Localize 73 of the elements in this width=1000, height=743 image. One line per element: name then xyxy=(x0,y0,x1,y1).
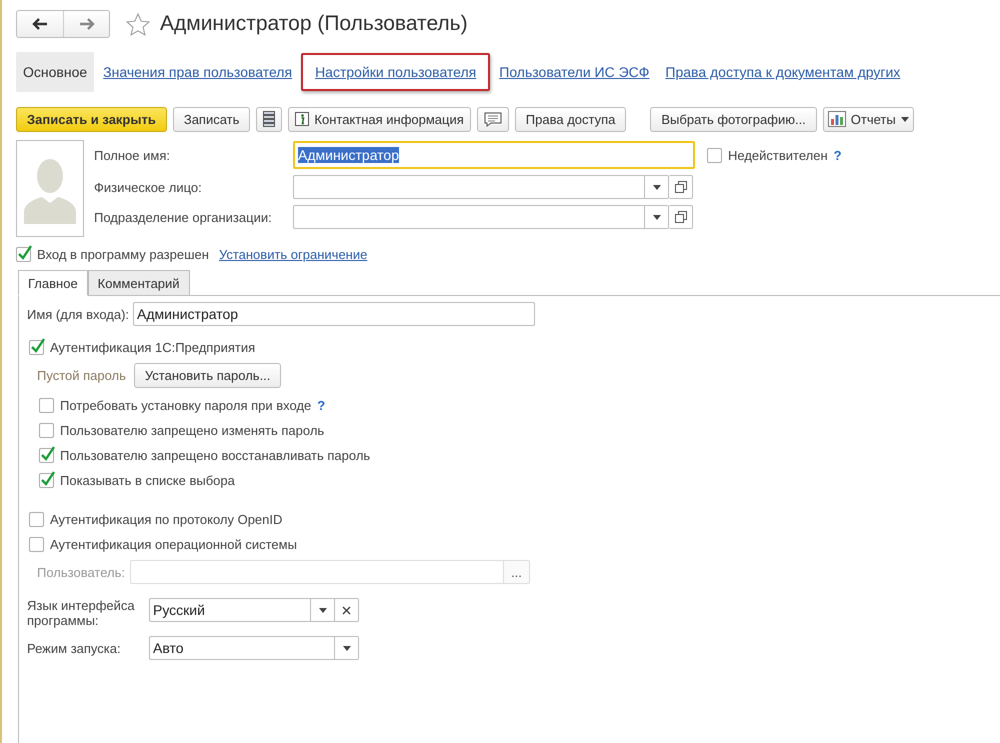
list-button[interactable] xyxy=(256,106,282,132)
auth-checkbox[interactable] xyxy=(29,537,44,552)
section-link[interactable]: Значения прав пользователя xyxy=(96,52,300,92)
tab[interactable]: Главное xyxy=(18,270,88,296)
checkbox-label: Потребовать установку пароля при входе xyxy=(60,398,312,413)
field-label: Полное имя: xyxy=(94,148,171,162)
help-mark[interactable]: ? xyxy=(834,148,842,162)
dropdown-button[interactable] xyxy=(644,206,668,228)
select-field[interactable] xyxy=(293,205,669,229)
window-title: Администратор (Пользователь) xyxy=(160,12,468,36)
clear-button[interactable] xyxy=(334,599,358,621)
comment-button[interactable] xyxy=(476,106,509,132)
option-checkbox[interactable] xyxy=(39,473,54,488)
password-status: Пустой пароль xyxy=(37,368,126,383)
speech-bubble-icon xyxy=(484,112,502,126)
checkbox-label: Пользователю запрещено восстанавливать пароль xyxy=(60,448,370,463)
field-label: Пользователь: xyxy=(37,564,125,580)
auth-checkbox[interactable] xyxy=(29,340,44,355)
select-field[interactable] xyxy=(293,175,669,199)
dropdown-icon xyxy=(652,184,660,190)
open-button[interactable] xyxy=(669,175,693,199)
help-mark[interactable]: ? xyxy=(317,398,326,413)
checkbox-label: Аутентификация 1С:Предприятия xyxy=(50,340,256,355)
field-label: Подразделение организации: xyxy=(94,210,273,224)
arrow-right-icon xyxy=(78,18,94,30)
section-link[interactable]: Пользователи ИС ЭСФ xyxy=(492,52,656,92)
toolbar-button[interactable]: Записать xyxy=(172,106,250,132)
checkbox-label: Недействителен xyxy=(728,148,828,162)
star-icon[interactable] xyxy=(126,12,150,36)
section-link[interactable]: Основное xyxy=(16,52,94,92)
open-window-icon xyxy=(674,211,686,223)
caret-icon xyxy=(900,116,909,122)
option-checkbox[interactable] xyxy=(39,448,54,463)
toolbar-button[interactable]: Выбрать фотографию... xyxy=(650,106,817,132)
checkbox-label: Показывать в списке выбора xyxy=(60,473,235,488)
chart-icon xyxy=(828,111,846,127)
tab[interactable]: Комментарий xyxy=(88,270,190,296)
section-link[interactable]: Права доступа к документам других xyxy=(658,52,908,92)
dropdown-button[interactable] xyxy=(334,637,358,659)
field-label: Режим запуска: xyxy=(27,640,122,656)
set-password-button[interactable]: Установить пароль... xyxy=(134,363,282,388)
stack-icon xyxy=(263,111,276,127)
invalid-checkbox[interactable] xyxy=(707,148,722,162)
set-restriction-link[interactable]: Установить ограничение xyxy=(218,247,368,262)
open-window-icon xyxy=(674,181,686,193)
field-label: Имя (для входа): xyxy=(27,306,130,322)
field-label: Физическое лицо: xyxy=(94,180,203,194)
checkbox-label: Аутентификация операционной системы xyxy=(50,537,297,552)
option-checkbox[interactable] xyxy=(39,423,54,438)
auth-checkbox[interactable] xyxy=(29,512,44,527)
toolbar-button[interactable]: Права доступа xyxy=(514,106,626,132)
dropdown-icon xyxy=(318,608,326,612)
login-name-field[interactable]: Администратор xyxy=(133,302,536,326)
dropdown-button[interactable] xyxy=(644,176,668,198)
checkbox-label: Аутентификация по протоколу OpenID xyxy=(50,512,282,527)
dropdown-icon xyxy=(652,214,660,220)
field-label: Язык интерфейса программы: xyxy=(27,598,136,628)
section-link[interactable]: Настройки пользователя xyxy=(301,53,490,91)
option-checkbox[interactable] xyxy=(39,398,54,413)
language-select[interactable]: Русский xyxy=(149,598,359,622)
save-close-button[interactable]: Записать и закрыть xyxy=(16,106,167,132)
open-button[interactable] xyxy=(669,205,693,229)
checkbox-label: Пользователю запрещено изменять пароль xyxy=(60,423,324,438)
contact-info-button[interactable]: Контактная информация xyxy=(288,106,471,132)
dropdown-icon xyxy=(342,646,350,650)
full-name-field[interactable]: Администратор xyxy=(293,141,695,169)
close-icon xyxy=(342,606,351,614)
launch-mode-select[interactable]: Авто xyxy=(149,636,359,660)
info-icon xyxy=(295,112,310,126)
arrow-left-icon xyxy=(32,18,48,30)
checkbox-label: Вход в программу разрешен xyxy=(37,247,209,262)
login-allowed-checkbox[interactable] xyxy=(16,247,31,262)
reports-button[interactable]: Отчеты xyxy=(822,106,914,132)
